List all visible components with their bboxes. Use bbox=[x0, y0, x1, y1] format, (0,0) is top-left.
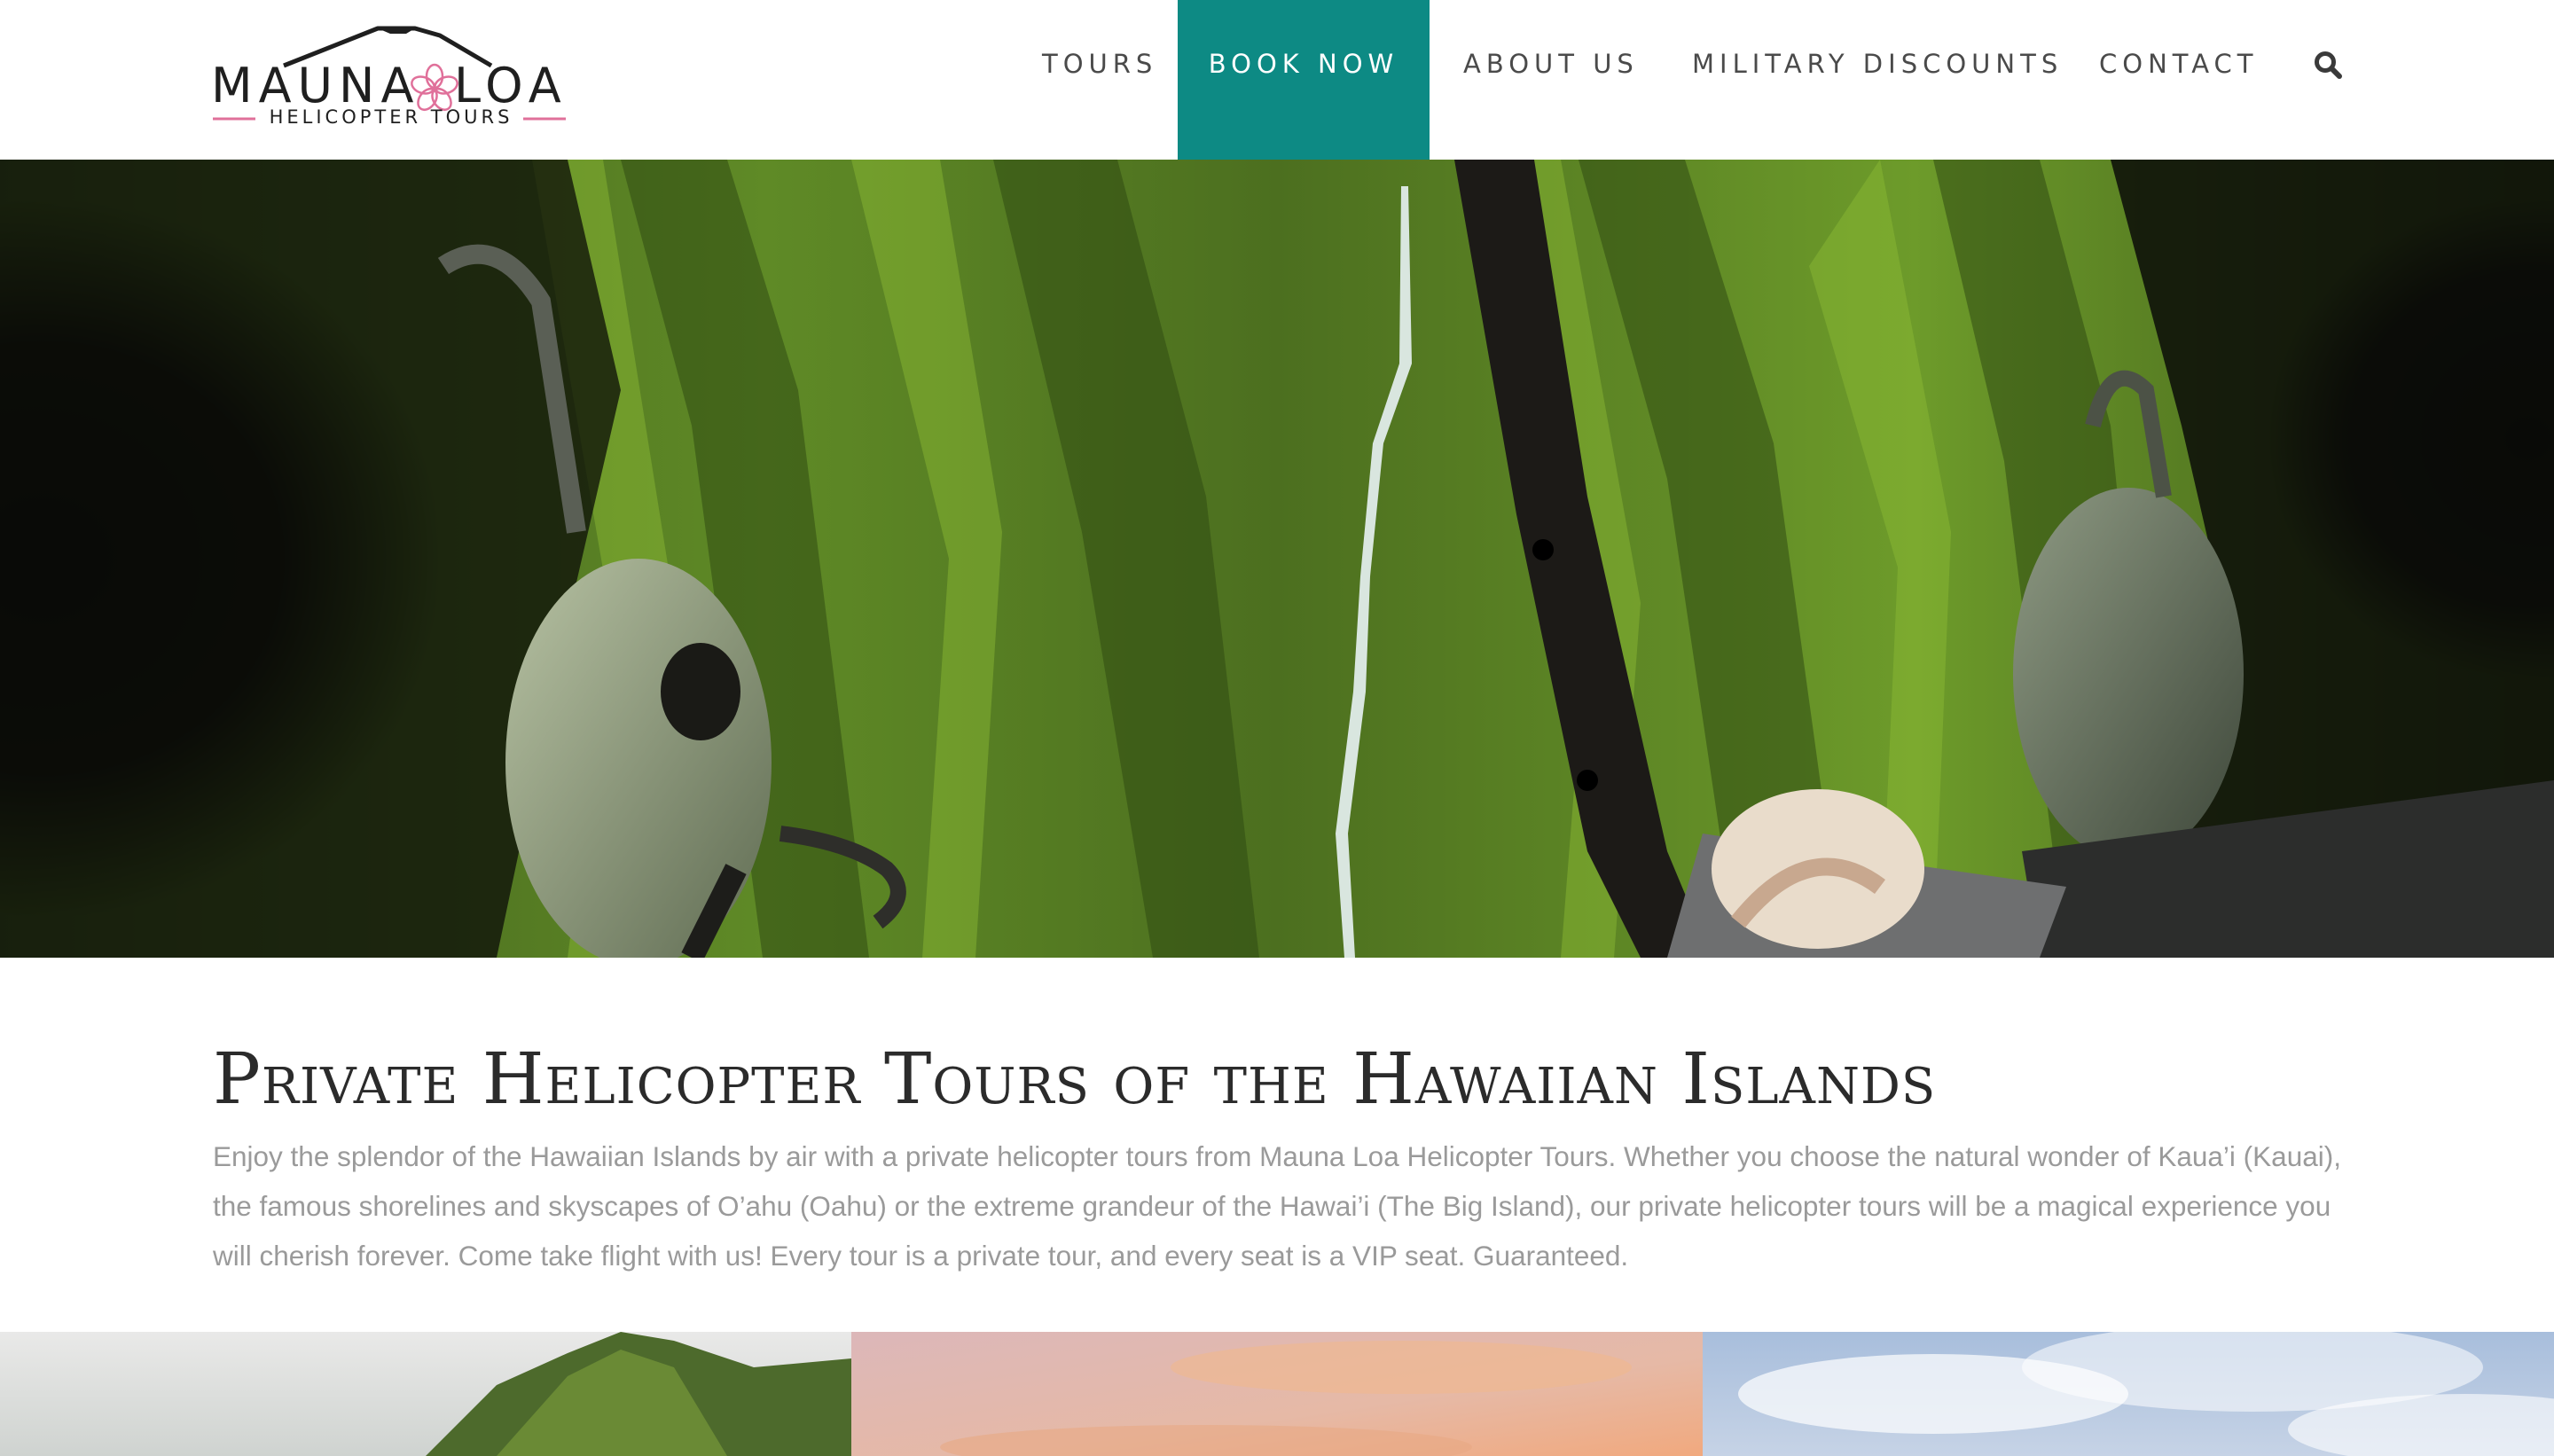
page: MAUNA LOA HELICOPTER TOURS TOURS BOOK NO… bbox=[0, 0, 2554, 1456]
search-button[interactable] bbox=[2313, 50, 2343, 80]
nav-item-tours[interactable]: TOURS bbox=[1042, 0, 1157, 129]
sunset-sky-image bbox=[851, 1332, 1703, 1456]
nav-item-contact[interactable]: CONTACT bbox=[2099, 0, 2259, 129]
logo-tagline: HELICOPTER TOURS bbox=[269, 106, 513, 128]
logo-text-loa: LOA bbox=[454, 58, 568, 114]
tour-tile-oahu[interactable] bbox=[851, 1332, 1703, 1456]
nav-item-military-discounts[interactable]: MILITARY DISCOUNTS bbox=[1692, 0, 2063, 129]
mountain-ridge-image bbox=[0, 1332, 851, 1456]
cloudy-sky-image bbox=[1703, 1332, 2554, 1456]
hero-image bbox=[0, 160, 2554, 958]
tour-tile-big-island[interactable] bbox=[1703, 1332, 2554, 1456]
tour-tiles bbox=[0, 1332, 2554, 1456]
nav-item-book-now[interactable]: BOOK NOW bbox=[1178, 0, 1430, 160]
logo-text-mauna: MAUNA bbox=[211, 58, 420, 114]
page-title: Private Helicopter Tours of the Hawaiian… bbox=[213, 1037, 1937, 1120]
site-header: MAUNA LOA HELICOPTER TOURS TOURS BOOK NO… bbox=[0, 0, 2554, 160]
hero-illustration bbox=[0, 160, 2554, 958]
tour-tile-kauai[interactable] bbox=[0, 1332, 851, 1456]
intro-paragraph: Enjoy the splendor of the Hawaiian Islan… bbox=[213, 1139, 2341, 1272]
nav-item-about-us[interactable]: ABOUT US bbox=[1463, 0, 1639, 129]
site-logo[interactable]: MAUNA LOA HELICOPTER TOURS bbox=[209, 23, 569, 129]
search-icon bbox=[2315, 51, 2342, 79]
